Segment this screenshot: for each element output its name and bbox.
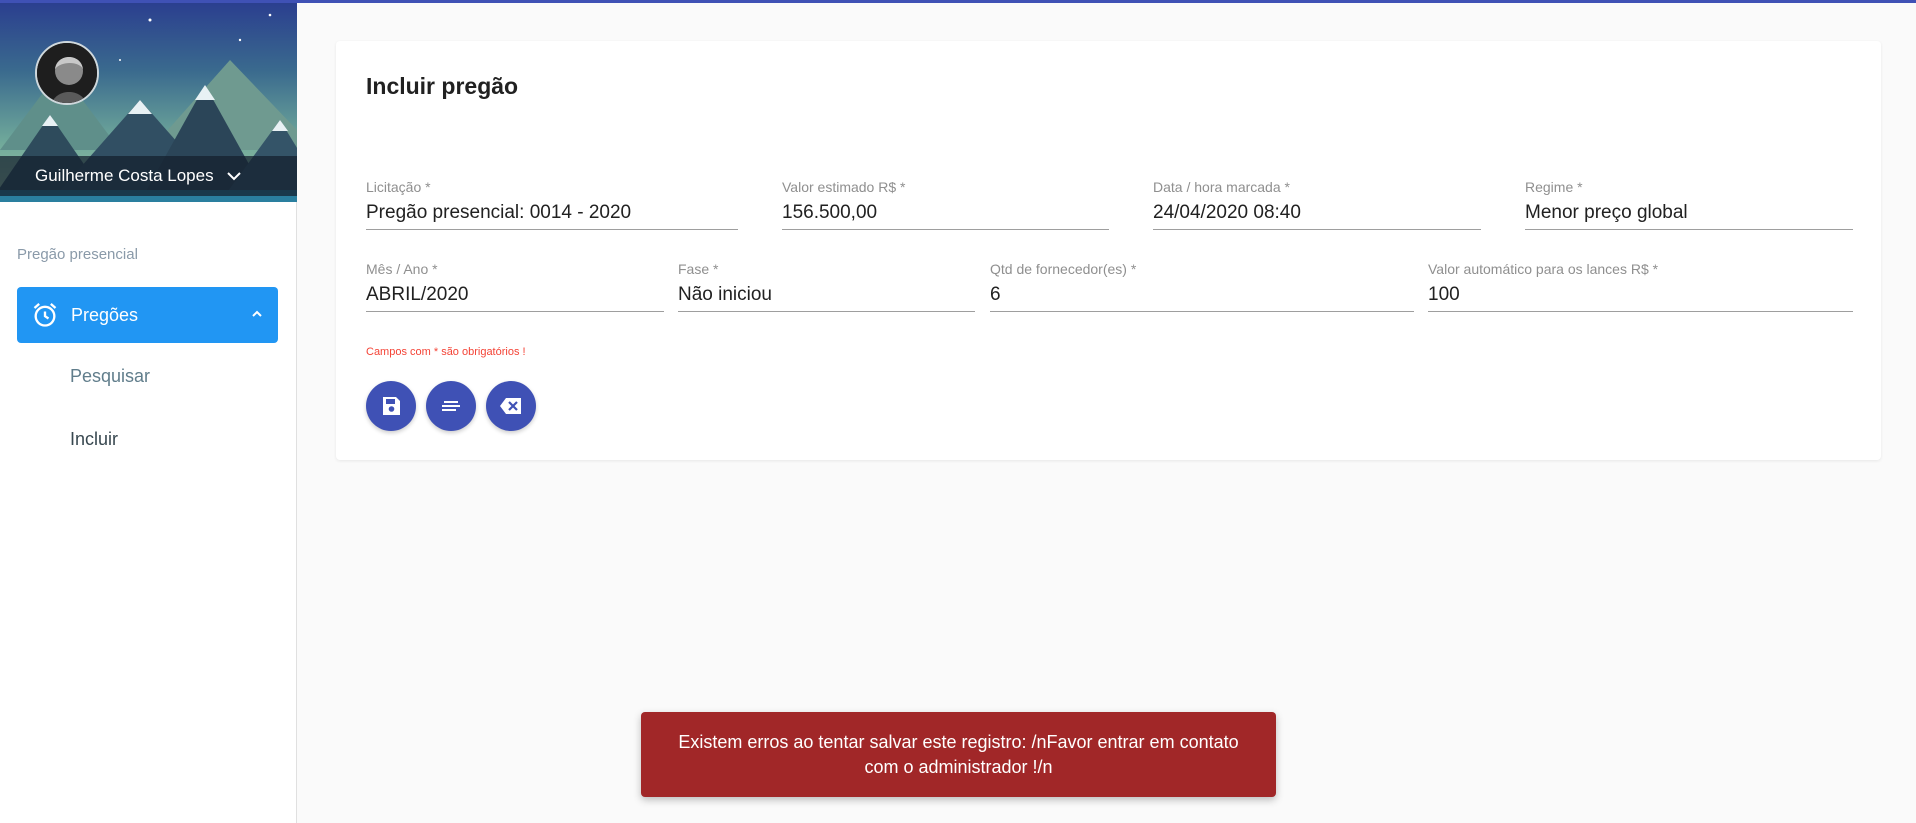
field-label: Valor estimado R$ * — [782, 179, 906, 195]
field-value[interactable]: 156.500,00 — [782, 202, 1109, 230]
snackbar-message: Existem erros ao tentar salvar este regi… — [678, 731, 1239, 777]
list-button[interactable] — [426, 381, 476, 431]
nav-subitem-pesquisar[interactable]: Pesquisar — [70, 366, 150, 387]
clear-button[interactable] — [486, 381, 536, 431]
avatar[interactable] — [35, 41, 99, 105]
backspace-icon — [500, 398, 521, 414]
valor-estimado-field[interactable]: Valor estimado R$ * 156.500,00 — [782, 179, 1109, 230]
fase-field[interactable]: Fase * Não iniciou — [678, 261, 975, 312]
chevron-up-icon — [252, 310, 262, 317]
regime-field[interactable]: Regime * Menor preço global — [1525, 179, 1853, 230]
field-value[interactable]: Não iniciou — [678, 284, 975, 312]
nav-subitem-incluir[interactable]: Incluir — [70, 429, 118, 450]
page-title: Incluir pregão — [366, 73, 519, 99]
chevron-down-icon — [226, 172, 241, 181]
valor-automatico-field[interactable]: Valor automático para os lances R$ * 100 — [1428, 261, 1853, 312]
field-value[interactable]: 6 — [990, 284, 1414, 312]
qtd-fornecedores-field[interactable]: Qtd de fornecedor(es) * 6 — [990, 261, 1414, 312]
field-value[interactable]: Pregão presencial: 0014 - 2020 — [366, 202, 738, 230]
required-fields-note: Campos com * são obrigatórios ! — [366, 346, 526, 358]
field-value[interactable]: ABRIL/2020 — [366, 284, 664, 312]
section-title: Pregão presencial — [17, 246, 138, 263]
field-value[interactable]: 24/04/2020 08:40 — [1153, 202, 1481, 230]
field-label: Mês / Ano * — [366, 261, 438, 277]
field-label: Licitação * — [366, 179, 431, 195]
field-label: Data / hora marcada * — [1153, 179, 1290, 195]
user-menu[interactable]: Guilherme Costa Lopes — [0, 156, 297, 196]
field-label: Valor automático para os lances R$ * — [1428, 261, 1659, 277]
error-snackbar: Existem erros ao tentar salvar este regi… — [641, 712, 1276, 797]
field-value[interactable]: 100 — [1428, 284, 1853, 312]
alarm-clock-icon — [33, 303, 57, 327]
field-label: Fase * — [678, 261, 719, 277]
user-name: Guilherme Costa Lopes — [35, 166, 214, 185]
field-value[interactable]: Menor preço global — [1525, 202, 1853, 230]
mes-ano-field[interactable]: Mês / Ano * ABRIL/2020 — [366, 261, 664, 312]
sidebar: Guilherme Costa Lopes Pregão presencial … — [0, 0, 297, 823]
form-card: Incluir pregão Licitação * Pregão presen… — [336, 41, 1881, 460]
field-label: Qtd de fornecedor(es) * — [990, 261, 1137, 277]
licitacao-field[interactable]: Licitação * Pregão presencial: 0014 - 20… — [366, 179, 738, 230]
top-accent-bar — [0, 0, 1916, 3]
data-hora-field[interactable]: Data / hora marcada * 24/04/2020 08:40 — [1153, 179, 1481, 230]
save-icon — [383, 397, 400, 415]
profile-header: Guilherme Costa Lopes — [0, 0, 297, 202]
nav-item-label: Pregões — [71, 304, 139, 325]
list-icon — [442, 401, 460, 411]
nav-item-pregoes[interactable]: Pregões — [17, 287, 278, 343]
field-label: Regime * — [1525, 179, 1583, 195]
save-button[interactable] — [366, 381, 416, 431]
